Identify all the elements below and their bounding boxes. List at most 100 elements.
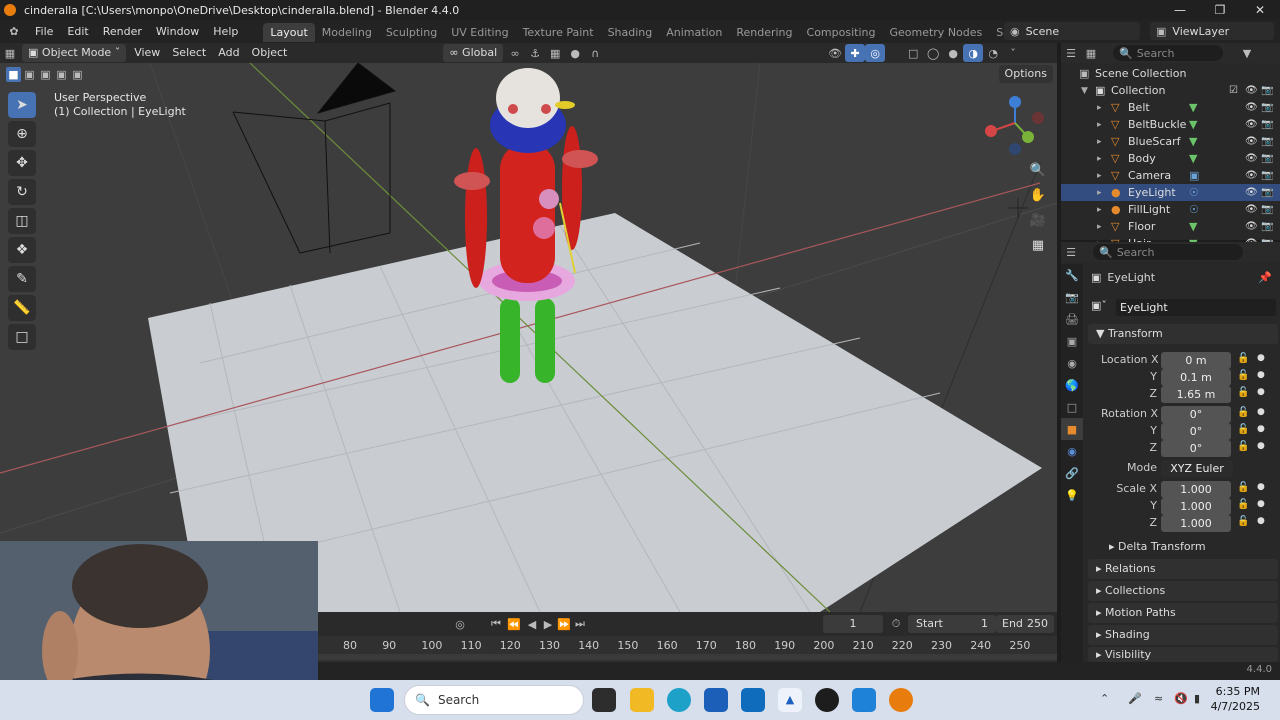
relations-panel-header[interactable]: ▸ Relations [1088, 559, 1278, 579]
keyframe-dot-icon[interactable]: ● [1257, 482, 1265, 492]
menu-window[interactable]: Window [149, 20, 206, 43]
eye-icon[interactable]: 👁 [1245, 170, 1258, 181]
options-button[interactable]: Options [998, 65, 1053, 83]
jump-end-icon[interactable]: ⏭ [570, 615, 590, 633]
data-block-icon[interactable]: ▣ˇ [1091, 299, 1107, 312]
prev-keyframe-icon[interactable]: ⏪ [504, 615, 524, 633]
tab-uv-editing[interactable]: UV Editing [444, 23, 515, 42]
tray-chevron-icon[interactable]: ⌃ [1100, 692, 1109, 705]
app-icon[interactable]: ▲ [778, 688, 802, 712]
snap-icon[interactable]: ⚓ [525, 44, 545, 62]
chevron-right-icon[interactable]: ▸ [1097, 137, 1102, 147]
jump-start-icon[interactable]: ⏮ [486, 615, 506, 633]
store-icon[interactable] [704, 688, 728, 712]
eye-icon[interactable]: 👁 [1245, 102, 1258, 113]
delta-transform-panel-header[interactable]: ▸ Delta Transform [1101, 537, 1276, 557]
eye-icon[interactable]: 👁 [1245, 187, 1258, 198]
select-intersect-icon[interactable]: ▣ [70, 67, 85, 82]
tab-layout[interactable]: Layout [263, 23, 315, 42]
menu-select[interactable]: Select [166, 44, 212, 62]
chevron-right-icon[interactable]: ▸ [1097, 188, 1102, 198]
constraints-tab-icon[interactable]: 🔗 [1061, 462, 1083, 484]
lock-icon[interactable]: 🔓 [1237, 516, 1249, 527]
light-data-tab-icon[interactable]: 💡 [1061, 484, 1083, 506]
outliner-item-belt[interactable]: ▸ ▽ Belt ▼ 👁 📷 [1061, 99, 1280, 116]
xray-icon[interactable]: □ [903, 44, 923, 62]
viewport-3d[interactable]: User Perspective (1) Collection | EyeLig… [0, 63, 1057, 612]
chevron-right-icon[interactable]: ▸ [1097, 120, 1102, 130]
render-camera-icon[interactable]: 📷 [1261, 204, 1273, 215]
file-explorer-icon[interactable] [630, 688, 654, 712]
scene-collection-row[interactable]: ▣ Scene Collection [1061, 65, 1280, 82]
outliner-search-input[interactable]: 🔍 Search [1113, 45, 1223, 61]
eye-icon[interactable]: 👁 [1245, 85, 1258, 96]
transform-orientation-dropdown[interactable]: ∞ Global [443, 44, 504, 62]
overlay-toggle-icon[interactable]: ◎ [865, 44, 886, 62]
photos-icon[interactable] [852, 688, 876, 712]
outliner-item-body[interactable]: ▸ ▽ Body ▼ 👁 📷 [1061, 150, 1280, 167]
outliner-item-beltbuckle[interactable]: ▸ ▽ BeltBuckle ▼ 👁 📷 [1061, 116, 1280, 133]
pivot-icon[interactable]: ∞ [505, 44, 525, 62]
object-name-field[interactable]: EyeLight [1116, 299, 1276, 316]
keyframe-dot-icon[interactable]: ● [1257, 441, 1265, 451]
menu-add[interactable]: Add [212, 44, 245, 62]
end-frame-field[interactable]: End 250 [996, 615, 1054, 633]
keyframe-dot-icon[interactable]: ● [1257, 516, 1265, 526]
render-camera-icon[interactable]: 📷 [1261, 102, 1273, 113]
rotation-x-field[interactable]: 0° [1161, 406, 1231, 423]
measure-tool-icon[interactable]: 📏 [8, 295, 36, 321]
eye-icon[interactable]: 👁 [1245, 221, 1258, 232]
rotation-mode-dropdown[interactable]: XYZ Euler [1161, 460, 1233, 477]
lock-icon[interactable]: 🔓 [1237, 441, 1249, 452]
eye-icon[interactable]: 👁 [1245, 119, 1258, 130]
camera-view-icon[interactable]: 🎥 [1026, 208, 1050, 232]
mode-dropdown[interactable]: ▣ Object Mode ˇ [22, 44, 127, 62]
ortho-grid-icon[interactable]: ▦ [1026, 233, 1050, 257]
stopwatch-icon[interactable]: ⏱ [886, 615, 906, 633]
location-z-field[interactable]: 1.65 m [1161, 386, 1231, 403]
render-camera-icon[interactable]: 📷 [1261, 85, 1273, 96]
object-tab-icon[interactable]: ■ [1061, 418, 1083, 440]
scene-selector[interactable]: ◉ Scene [1004, 22, 1140, 40]
menu-object[interactable]: Object [246, 44, 294, 62]
tool-tab-icon[interactable]: 🔧 [1061, 264, 1083, 286]
move-tool-icon[interactable]: ✥ [8, 150, 36, 176]
chevron-right-icon[interactable]: ▸ [1097, 205, 1102, 215]
outliner-item-camera[interactable]: ▸ ▽ Camera ▣ 👁 📷 [1061, 167, 1280, 184]
scale-z-field[interactable]: 1.000 [1161, 515, 1231, 532]
tab-texture-paint[interactable]: Texture Paint [516, 23, 601, 42]
volume-icon[interactable]: 🔇 [1174, 692, 1188, 705]
annotate-tool-icon[interactable]: ✎ [8, 266, 36, 292]
select-box-tool-icon[interactable]: ➤ [8, 92, 36, 118]
keyframe-record-icon[interactable]: ◎ [450, 615, 470, 633]
menu-view[interactable]: View [128, 44, 166, 62]
lock-icon[interactable]: 🔓 [1237, 407, 1249, 418]
outliner-item-bluescarf[interactable]: ▸ ▽ BlueScarf ▼ 👁 📷 [1061, 133, 1280, 150]
select-extend-icon[interactable]: ▣ [22, 67, 37, 82]
task-view-icon[interactable] [592, 688, 616, 712]
properties-editor-icon[interactable]: ☰ [1061, 243, 1081, 261]
keyframe-dot-icon[interactable]: ● [1257, 424, 1265, 434]
rotation-z-field[interactable]: 0° [1161, 440, 1231, 457]
render-camera-icon[interactable]: 📷 [1261, 153, 1273, 164]
transform-panel-header[interactable]: ▼ Transform [1088, 324, 1278, 344]
solid-shading-icon[interactable]: ● [943, 44, 963, 62]
menu-render[interactable]: Render [96, 20, 149, 43]
timeline-ruler[interactable]: 80 90 100 110 120 130 140 150 160 170 180 190 200 210… [318, 636, 1057, 662]
tab-compositing[interactable]: Compositing [800, 23, 883, 42]
keyframe-dot-icon[interactable]: ● [1257, 407, 1265, 417]
rotation-y-field[interactable]: 0° [1161, 423, 1231, 440]
menu-file[interactable]: File [28, 20, 60, 43]
lock-icon[interactable]: 🔓 [1237, 424, 1249, 435]
lock-icon[interactable]: 🔓 [1237, 499, 1249, 510]
view-layer-tab-icon[interactable]: ▣ [1061, 330, 1083, 352]
visibility-icon[interactable]: 👁 [825, 44, 845, 62]
chevron-right-icon[interactable]: ▸ [1097, 171, 1102, 181]
shading-panel-header[interactable]: ▸ Shading [1088, 625, 1278, 645]
chevron-down-icon[interactable]: ▼ [1081, 86, 1088, 96]
scale-tool-icon[interactable]: ◫ [8, 208, 36, 234]
scene-tab-icon[interactable]: ◉ [1061, 352, 1083, 374]
cursor-tool-icon[interactable]: ⊕ [8, 121, 36, 147]
lock-icon[interactable]: 🔓 [1237, 482, 1249, 493]
transform-tool-icon[interactable]: ❖ [8, 237, 36, 263]
